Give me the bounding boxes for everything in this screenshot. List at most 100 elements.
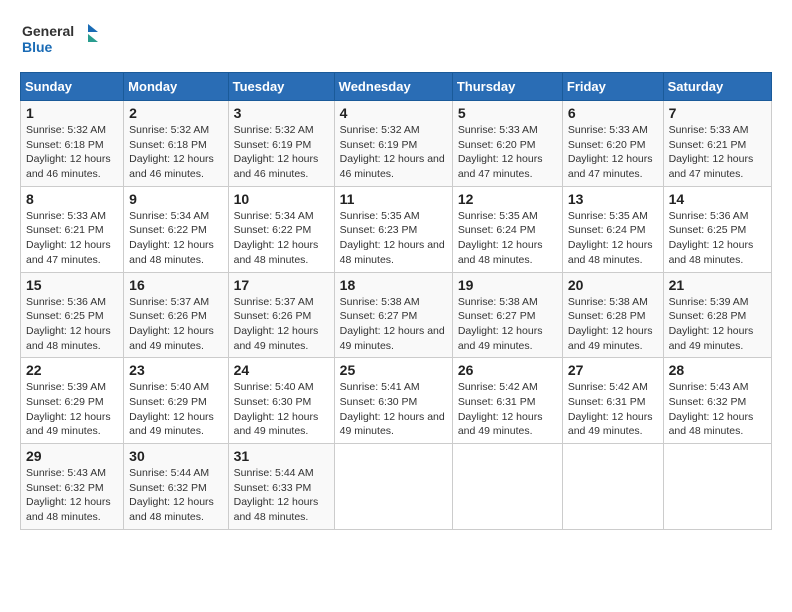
- calendar-cell: 10 Sunrise: 5:34 AMSunset: 6:22 PMDaylig…: [228, 186, 334, 272]
- day-number: 28: [669, 362, 766, 378]
- calendar-cell: 18 Sunrise: 5:38 AMSunset: 6:27 PMDaylig…: [334, 272, 452, 358]
- calendar-cell: 21 Sunrise: 5:39 AMSunset: 6:28 PMDaylig…: [663, 272, 771, 358]
- calendar-cell: 26 Sunrise: 5:42 AMSunset: 6:31 PMDaylig…: [452, 358, 562, 444]
- calendar-cell: 30 Sunrise: 5:44 AMSunset: 6:32 PMDaylig…: [124, 444, 228, 530]
- day-number: 31: [234, 448, 329, 464]
- day-detail: Sunrise: 5:37 AMSunset: 6:26 PMDaylight:…: [234, 296, 319, 352]
- day-detail: Sunrise: 5:35 AMSunset: 6:24 PMDaylight:…: [568, 210, 653, 266]
- calendar-cell: 3 Sunrise: 5:32 AMSunset: 6:19 PMDayligh…: [228, 101, 334, 187]
- calendar-cell: 7 Sunrise: 5:33 AMSunset: 6:21 PMDayligh…: [663, 101, 771, 187]
- day-detail: Sunrise: 5:32 AMSunset: 6:18 PMDaylight:…: [26, 124, 111, 180]
- day-number: 8: [26, 191, 118, 207]
- calendar-cell: [663, 444, 771, 530]
- header-day-thursday: Thursday: [452, 73, 562, 101]
- week-row-0: 1 Sunrise: 5:32 AMSunset: 6:18 PMDayligh…: [21, 101, 772, 187]
- day-detail: Sunrise: 5:44 AMSunset: 6:33 PMDaylight:…: [234, 467, 319, 523]
- header-day-wednesday: Wednesday: [334, 73, 452, 101]
- logo-svg: General Blue: [20, 20, 100, 62]
- day-detail: Sunrise: 5:36 AMSunset: 6:25 PMDaylight:…: [26, 296, 111, 352]
- calendar-cell: 15 Sunrise: 5:36 AMSunset: 6:25 PMDaylig…: [21, 272, 124, 358]
- logo: General Blue: [20, 20, 100, 62]
- day-detail: Sunrise: 5:39 AMSunset: 6:28 PMDaylight:…: [669, 296, 754, 352]
- header-day-monday: Monday: [124, 73, 228, 101]
- day-number: 23: [129, 362, 222, 378]
- calendar-cell: 14 Sunrise: 5:36 AMSunset: 6:25 PMDaylig…: [663, 186, 771, 272]
- day-detail: Sunrise: 5:32 AMSunset: 6:19 PMDaylight:…: [340, 124, 445, 180]
- day-number: 11: [340, 191, 447, 207]
- calendar-header: SundayMondayTuesdayWednesdayThursdayFrid…: [21, 73, 772, 101]
- day-detail: Sunrise: 5:38 AMSunset: 6:27 PMDaylight:…: [458, 296, 543, 352]
- calendar-body: 1 Sunrise: 5:32 AMSunset: 6:18 PMDayligh…: [21, 101, 772, 530]
- day-number: 1: [26, 105, 118, 121]
- calendar-cell: 9 Sunrise: 5:34 AMSunset: 6:22 PMDayligh…: [124, 186, 228, 272]
- day-number: 27: [568, 362, 658, 378]
- day-detail: Sunrise: 5:33 AMSunset: 6:21 PMDaylight:…: [26, 210, 111, 266]
- day-detail: Sunrise: 5:37 AMSunset: 6:26 PMDaylight:…: [129, 296, 214, 352]
- calendar-cell: 23 Sunrise: 5:40 AMSunset: 6:29 PMDaylig…: [124, 358, 228, 444]
- day-detail: Sunrise: 5:38 AMSunset: 6:27 PMDaylight:…: [340, 296, 445, 352]
- day-detail: Sunrise: 5:32 AMSunset: 6:19 PMDaylight:…: [234, 124, 319, 180]
- svg-text:General: General: [22, 23, 74, 39]
- calendar-cell: 8 Sunrise: 5:33 AMSunset: 6:21 PMDayligh…: [21, 186, 124, 272]
- day-detail: Sunrise: 5:44 AMSunset: 6:32 PMDaylight:…: [129, 467, 214, 523]
- calendar-cell: [452, 444, 562, 530]
- day-number: 17: [234, 277, 329, 293]
- day-number: 10: [234, 191, 329, 207]
- day-detail: Sunrise: 5:33 AMSunset: 6:20 PMDaylight:…: [458, 124, 543, 180]
- day-detail: Sunrise: 5:35 AMSunset: 6:23 PMDaylight:…: [340, 210, 445, 266]
- day-number: 20: [568, 277, 658, 293]
- calendar-cell: 17 Sunrise: 5:37 AMSunset: 6:26 PMDaylig…: [228, 272, 334, 358]
- calendar-cell: 1 Sunrise: 5:32 AMSunset: 6:18 PMDayligh…: [21, 101, 124, 187]
- header-day-friday: Friday: [562, 73, 663, 101]
- calendar-cell: [562, 444, 663, 530]
- day-detail: Sunrise: 5:33 AMSunset: 6:21 PMDaylight:…: [669, 124, 754, 180]
- header: General Blue: [20, 20, 772, 62]
- calendar-cell: 28 Sunrise: 5:43 AMSunset: 6:32 PMDaylig…: [663, 358, 771, 444]
- day-detail: Sunrise: 5:33 AMSunset: 6:20 PMDaylight:…: [568, 124, 653, 180]
- day-detail: Sunrise: 5:43 AMSunset: 6:32 PMDaylight:…: [26, 467, 111, 523]
- day-detail: Sunrise: 5:42 AMSunset: 6:31 PMDaylight:…: [458, 381, 543, 437]
- calendar-cell: [334, 444, 452, 530]
- calendar-cell: 11 Sunrise: 5:35 AMSunset: 6:23 PMDaylig…: [334, 186, 452, 272]
- day-number: 4: [340, 105, 447, 121]
- week-row-4: 29 Sunrise: 5:43 AMSunset: 6:32 PMDaylig…: [21, 444, 772, 530]
- day-detail: Sunrise: 5:34 AMSunset: 6:22 PMDaylight:…: [234, 210, 319, 266]
- calendar-cell: 4 Sunrise: 5:32 AMSunset: 6:19 PMDayligh…: [334, 101, 452, 187]
- day-number: 25: [340, 362, 447, 378]
- calendar-cell: 2 Sunrise: 5:32 AMSunset: 6:18 PMDayligh…: [124, 101, 228, 187]
- calendar-cell: 22 Sunrise: 5:39 AMSunset: 6:29 PMDaylig…: [21, 358, 124, 444]
- day-detail: Sunrise: 5:41 AMSunset: 6:30 PMDaylight:…: [340, 381, 445, 437]
- day-detail: Sunrise: 5:40 AMSunset: 6:29 PMDaylight:…: [129, 381, 214, 437]
- calendar-cell: 19 Sunrise: 5:38 AMSunset: 6:27 PMDaylig…: [452, 272, 562, 358]
- day-number: 14: [669, 191, 766, 207]
- day-number: 15: [26, 277, 118, 293]
- day-detail: Sunrise: 5:43 AMSunset: 6:32 PMDaylight:…: [669, 381, 754, 437]
- calendar-cell: 29 Sunrise: 5:43 AMSunset: 6:32 PMDaylig…: [21, 444, 124, 530]
- calendar-cell: 27 Sunrise: 5:42 AMSunset: 6:31 PMDaylig…: [562, 358, 663, 444]
- calendar-cell: 25 Sunrise: 5:41 AMSunset: 6:30 PMDaylig…: [334, 358, 452, 444]
- svg-text:Blue: Blue: [22, 39, 53, 55]
- day-number: 13: [568, 191, 658, 207]
- week-row-1: 8 Sunrise: 5:33 AMSunset: 6:21 PMDayligh…: [21, 186, 772, 272]
- calendar-cell: 16 Sunrise: 5:37 AMSunset: 6:26 PMDaylig…: [124, 272, 228, 358]
- day-number: 2: [129, 105, 222, 121]
- day-number: 3: [234, 105, 329, 121]
- day-number: 16: [129, 277, 222, 293]
- calendar-cell: 12 Sunrise: 5:35 AMSunset: 6:24 PMDaylig…: [452, 186, 562, 272]
- day-number: 24: [234, 362, 329, 378]
- day-number: 18: [340, 277, 447, 293]
- day-number: 7: [669, 105, 766, 121]
- week-row-3: 22 Sunrise: 5:39 AMSunset: 6:29 PMDaylig…: [21, 358, 772, 444]
- day-detail: Sunrise: 5:32 AMSunset: 6:18 PMDaylight:…: [129, 124, 214, 180]
- header-day-sunday: Sunday: [21, 73, 124, 101]
- day-number: 12: [458, 191, 557, 207]
- day-number: 6: [568, 105, 658, 121]
- day-number: 30: [129, 448, 222, 464]
- calendar-cell: 20 Sunrise: 5:38 AMSunset: 6:28 PMDaylig…: [562, 272, 663, 358]
- calendar-cell: 31 Sunrise: 5:44 AMSunset: 6:33 PMDaylig…: [228, 444, 334, 530]
- calendar-cell: 6 Sunrise: 5:33 AMSunset: 6:20 PMDayligh…: [562, 101, 663, 187]
- day-number: 9: [129, 191, 222, 207]
- day-number: 21: [669, 277, 766, 293]
- day-detail: Sunrise: 5:39 AMSunset: 6:29 PMDaylight:…: [26, 381, 111, 437]
- day-detail: Sunrise: 5:38 AMSunset: 6:28 PMDaylight:…: [568, 296, 653, 352]
